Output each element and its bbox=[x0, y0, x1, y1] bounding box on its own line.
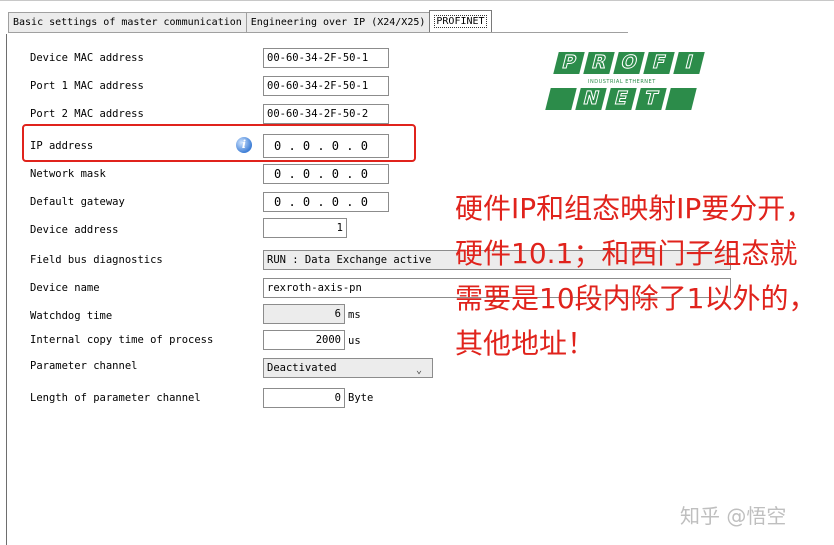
device-address-field[interactable]: 1 bbox=[263, 218, 347, 238]
window-top-edge bbox=[0, 0, 834, 1]
copy-time-unit: us bbox=[348, 335, 361, 347]
parameter-length-unit: Byte bbox=[348, 392, 374, 404]
label-field-bus-diagnostics: Field bus diagnostics bbox=[30, 254, 163, 266]
label-device-address: Device address bbox=[30, 224, 119, 236]
port1-mac-field[interactable]: 00-60-34-2F-50-1 bbox=[263, 76, 389, 96]
label-device-mac: Device MAC address bbox=[30, 52, 144, 64]
logo-row-profi: P R O F I bbox=[553, 52, 706, 74]
panel-left-border bbox=[6, 34, 7, 545]
label-parameter-length: Length of parameter channel bbox=[30, 392, 201, 404]
internal-copy-time-field[interactable]: 2000 bbox=[263, 330, 345, 350]
parameter-length-field[interactable]: 0 bbox=[263, 388, 345, 408]
watchdog-unit: ms bbox=[348, 309, 361, 321]
default-gateway-field[interactable]: 0 . 0 . 0 . 0 bbox=[263, 192, 389, 212]
annotation-text: 硬件IP和组态映射IP要分开，硬件10.1；和西门子组态就需要是10段内除了1以… bbox=[455, 192, 817, 360]
tab-basic-settings[interactable]: Basic settings of master communication bbox=[8, 12, 247, 32]
port2-mac-field[interactable]: 00-60-34-2F-50-2 bbox=[263, 104, 389, 124]
tab-bar: Basic settings of master communication E… bbox=[8, 10, 492, 32]
device-mac-field[interactable]: 00-60-34-2F-50-1 bbox=[263, 48, 389, 68]
tab-label: Engineering over IP (X24/X25) bbox=[250, 17, 426, 28]
logo-tagline: INDUSTRIAL ETHERNET bbox=[588, 79, 656, 85]
tab-label: PROFINET bbox=[434, 15, 487, 28]
label-default-gateway: Default gateway bbox=[30, 196, 125, 208]
label-watchdog-time: Watchdog time bbox=[30, 310, 113, 322]
label-port1-mac: Port 1 MAC address bbox=[30, 80, 144, 92]
ip-highlight-box bbox=[22, 124, 416, 162]
logo-row-net: N E T bbox=[545, 88, 698, 110]
tab-divider bbox=[8, 32, 628, 33]
label-parameter-channel: Parameter channel bbox=[30, 360, 138, 372]
tab-engineering-over-ip[interactable]: Engineering over IP (X24/X25) bbox=[245, 12, 431, 32]
network-mask-field[interactable]: 0 . 0 . 0 . 0 bbox=[263, 164, 389, 184]
label-network-mask: Network mask bbox=[30, 168, 106, 180]
label-port2-mac: Port 2 MAC address bbox=[30, 108, 144, 120]
watchdog-time-field: 6 bbox=[263, 304, 345, 324]
profinet-logo: P R O F I INDUSTRIAL ETHERNET N E T bbox=[545, 52, 728, 120]
label-device-name: Device name bbox=[30, 282, 100, 294]
parameter-channel-select[interactable]: Deactivated bbox=[263, 358, 433, 378]
watermark: 知乎 @悟空 bbox=[680, 504, 787, 528]
tab-profinet[interactable]: PROFINET bbox=[429, 10, 492, 32]
label-internal-copy-time: Internal copy time of process bbox=[30, 334, 214, 346]
chevron-down-icon[interactable]: ⌄ bbox=[416, 365, 422, 376]
tab-label: Basic settings of master communication bbox=[13, 17, 242, 28]
